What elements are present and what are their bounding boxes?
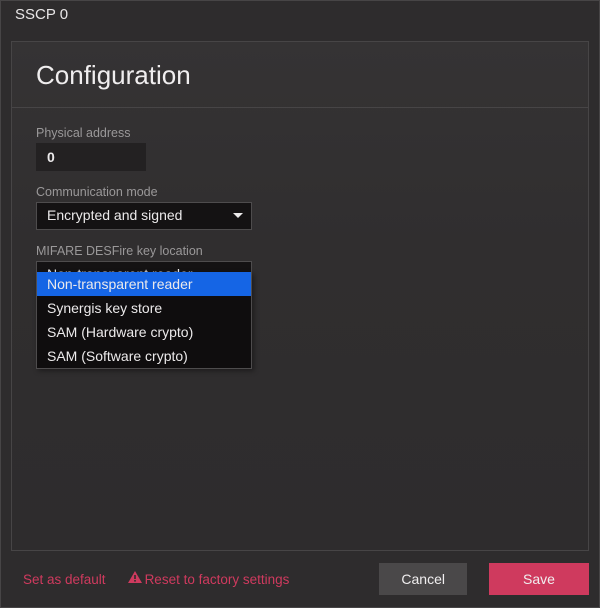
config-panel: Configuration Physical address Communica… <box>11 41 589 551</box>
physical-address-input[interactable] <box>36 143 146 171</box>
save-button[interactable]: Save <box>489 563 589 595</box>
dropdown-option[interactable]: SAM (Hardware crypto) <box>37 320 251 344</box>
communication-mode-value: Encrypted and signed <box>47 207 182 223</box>
chevron-down-icon <box>233 213 243 219</box>
set-default-link[interactable]: Set as default <box>23 572 106 587</box>
dropdown-option[interactable]: Non-transparent reader <box>37 272 251 296</box>
key-location-label: MIFARE DESFire key location <box>36 244 252 258</box>
reset-link[interactable]: Reset to factory settings <box>128 571 290 587</box>
page-title: Configuration <box>36 60 564 91</box>
panel-header: Configuration <box>12 42 588 108</box>
cancel-button[interactable]: Cancel <box>379 563 467 595</box>
dropdown-option[interactable]: SAM (Software crypto) <box>37 344 251 368</box>
window-title: SSCP 0 <box>1 1 599 31</box>
communication-mode-label: Communication mode <box>36 185 564 199</box>
key-location-dropdown[interactable]: Non-transparent reader Synergis key stor… <box>36 272 252 369</box>
field-communication-mode: Communication mode Encrypted and signed <box>36 185 564 230</box>
field-key-location: MIFARE DESFire key location Non-transpar… <box>36 244 252 289</box>
field-physical-address: Physical address <box>36 126 564 171</box>
footer: Set as default Reset to factory settings… <box>1 551 599 607</box>
config-window: SSCP 0 Configuration Physical address Co… <box>0 0 600 608</box>
dropdown-option[interactable]: Synergis key store <box>37 296 251 320</box>
physical-address-label: Physical address <box>36 126 564 140</box>
communication-mode-select[interactable]: Encrypted and signed <box>36 202 252 230</box>
panel-body: Physical address Communication mode Encr… <box>12 108 588 321</box>
warning-icon <box>128 571 142 587</box>
